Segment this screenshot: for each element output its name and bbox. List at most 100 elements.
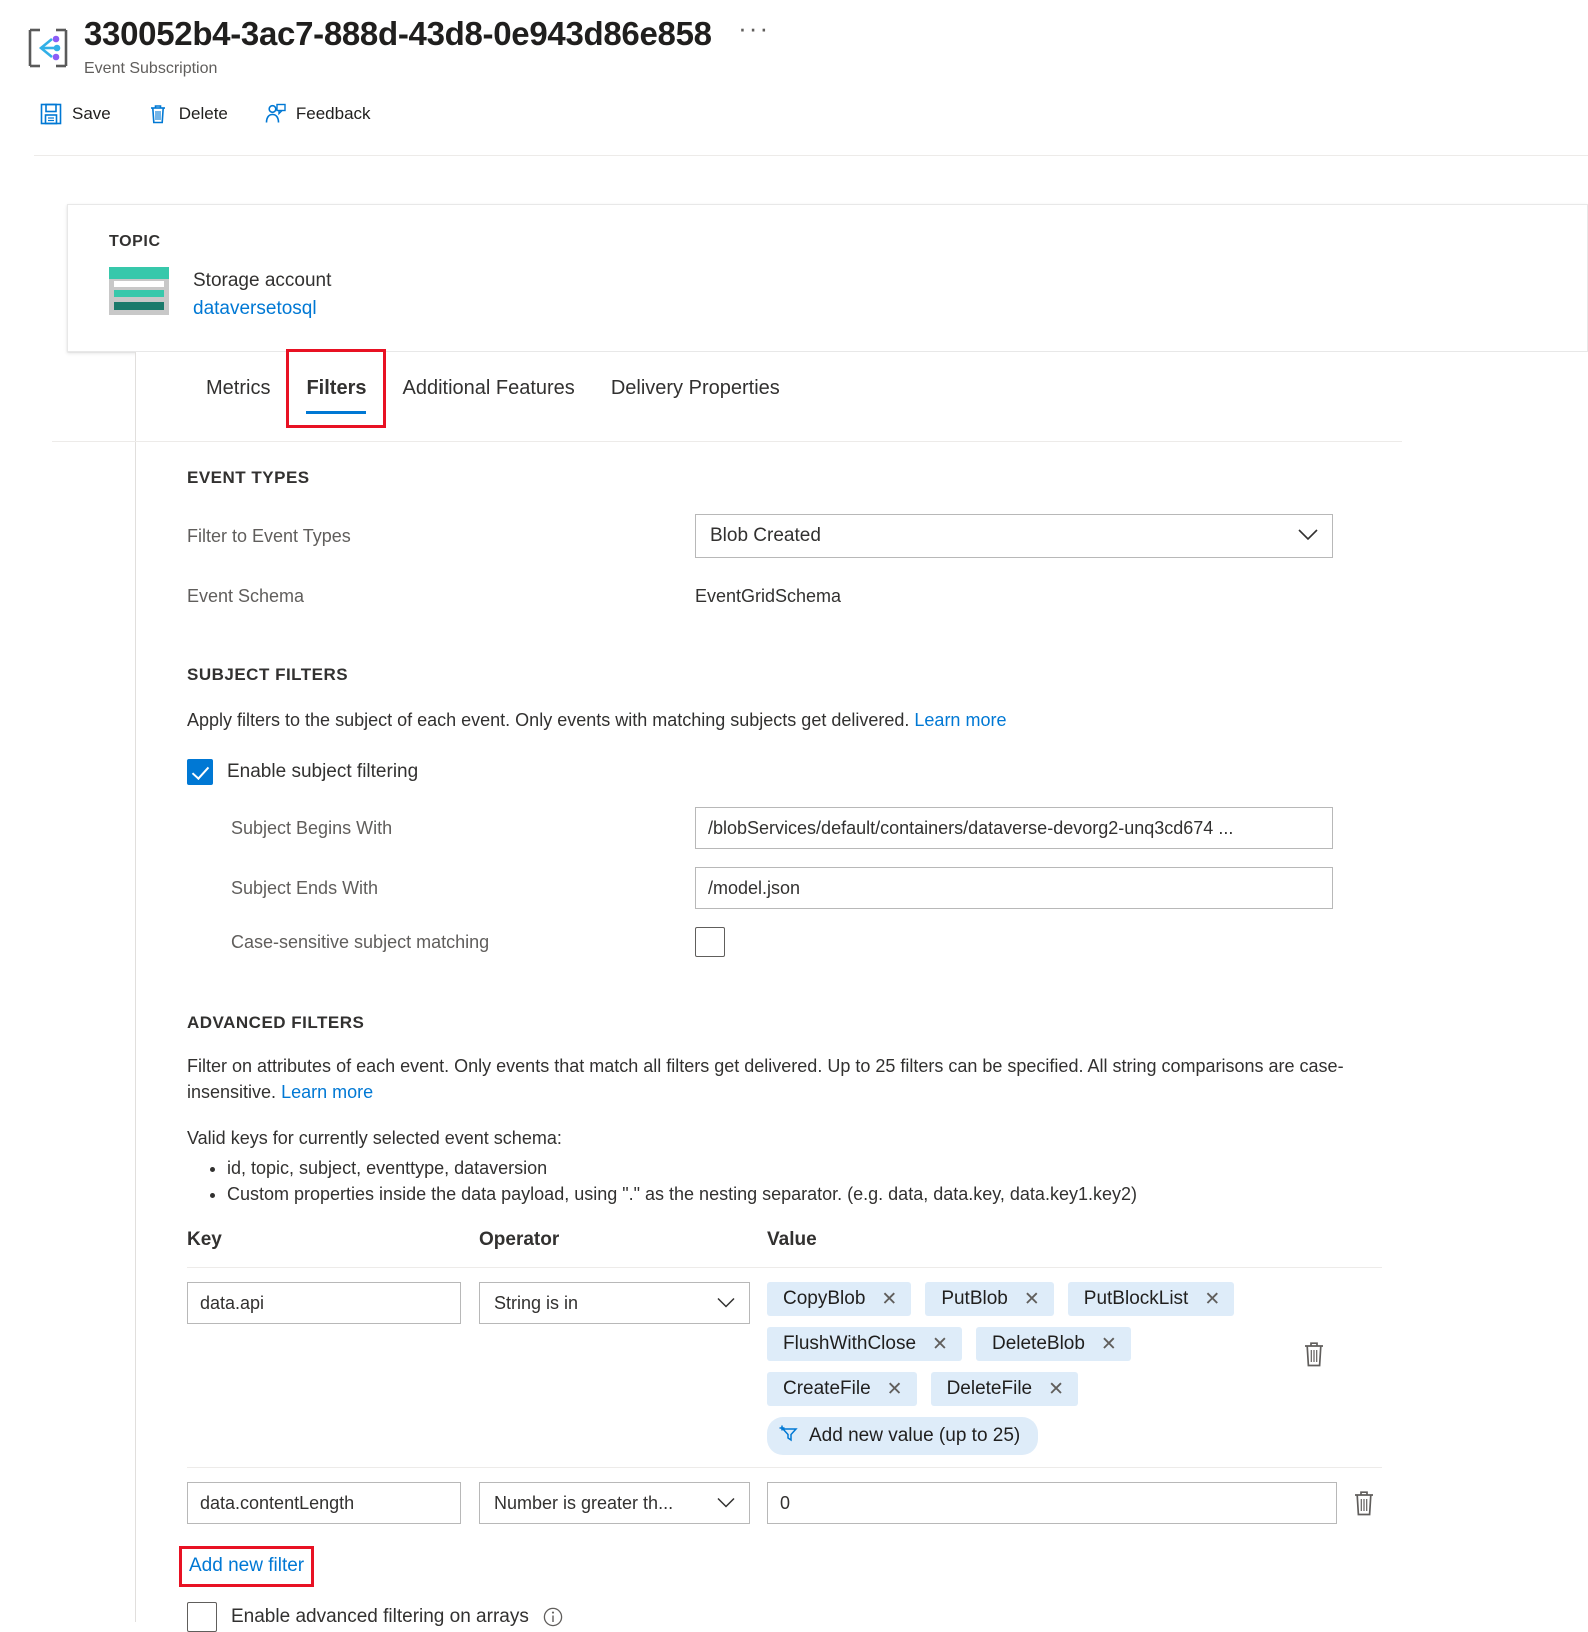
filter-key-input-2[interactable] [187, 1482, 461, 1524]
table-header-row: Key Operator Value [187, 1229, 1382, 1267]
add-new-value-button[interactable]: Add new value (up to 25) [767, 1417, 1039, 1455]
value-chip[interactable]: FlushWithClose ✕ [767, 1327, 962, 1361]
delete-filter-row-2-button[interactable] [1351, 1489, 1377, 1517]
add-new-filter-link[interactable]: Add new filter [187, 1552, 306, 1580]
enable-arrays-filtering-label[interactable]: Enable advanced filtering on arrays [231, 1606, 529, 1628]
filter-operator-dropdown-2[interactable]: Number is greater th... [479, 1482, 750, 1524]
table-row: String is in CopyBlob ✕ PutBlob [187, 1267, 1382, 1467]
filter-event-types-label: Filter to Event Types [187, 525, 351, 546]
filter-key-input-1[interactable] [187, 1282, 461, 1324]
filter-value-input-2[interactable] [767, 1482, 1337, 1524]
tab-underline [52, 441, 1402, 442]
command-bar: Save Delete Feedback [0, 79, 1588, 131]
filter-event-types-dropdown[interactable]: Blob Created [695, 514, 1333, 558]
advanced-filters-learn-more-link[interactable]: Learn more [281, 1082, 373, 1102]
feedback-button[interactable]: Feedback [258, 97, 387, 131]
topic-body: Storage account dataversetosql [109, 267, 331, 323]
value-chip[interactable]: CopyBlob ✕ [767, 1282, 912, 1316]
topic-resource-link[interactable]: dataversetosql [193, 295, 331, 323]
filter-value-chips-1: CopyBlob ✕ PutBlob ✕ PutBlockList ✕ Flus… [767, 1282, 1287, 1455]
subject-filters-description-text: Apply filters to the subject of each eve… [187, 710, 910, 730]
column-header-value: Value [767, 1229, 817, 1250]
value-chip[interactable]: DeleteBlob ✕ [975, 1327, 1131, 1361]
add-filter-value-icon [779, 1423, 799, 1449]
close-icon[interactable]: ✕ [1048, 1380, 1064, 1399]
tab-metrics-label: Metrics [206, 377, 271, 399]
subject-ends-with-input[interactable] [695, 867, 1333, 909]
filter-operator-value-1: String is in [494, 1292, 579, 1313]
advanced-filters-table: Key Operator Value String is in [187, 1229, 1382, 1536]
save-button[interactable]: Save [34, 97, 127, 131]
subject-filters-learn-more-link[interactable]: Learn more [914, 710, 1006, 730]
delete-button[interactable]: Delete [141, 97, 244, 131]
add-new-filter-wrapper: Add new filter [179, 1546, 315, 1587]
subject-ends-with-label: Subject Ends With [231, 877, 379, 898]
value-chip[interactable]: CreateFile ✕ [767, 1372, 917, 1406]
list-item: id, topic, subject, eventtype, dataversi… [227, 1155, 1588, 1181]
chevron-down-icon [717, 1293, 735, 1314]
close-icon[interactable]: ✕ [881, 1290, 897, 1309]
topic-info: Storage account dataversetosql [193, 267, 331, 323]
filter-operator-dropdown-1[interactable]: String is in [479, 1282, 750, 1324]
close-icon[interactable]: ✕ [932, 1335, 948, 1354]
filter-row-2-operator-cell: Number is greater th... [479, 1482, 767, 1524]
value-chip[interactable]: PutBlob ✕ [925, 1282, 1054, 1316]
enable-arrays-filtering-row: Enable advanced filtering on arrays [187, 1602, 1588, 1632]
filters-form: EVENT TYPES Filter to Event Types Blob C… [135, 468, 1588, 1632]
filter-row-1-operator-cell: String is in [479, 1282, 767, 1324]
enable-subject-filtering-checkbox[interactable] [187, 759, 213, 785]
close-icon[interactable]: ✕ [887, 1380, 903, 1399]
filter-event-types-row: Filter to Event Types Blob Created [187, 514, 1588, 558]
event-subscription-icon [26, 26, 70, 70]
storage-account-icon [109, 267, 169, 315]
save-icon [40, 103, 62, 125]
header-divider [34, 155, 1588, 156]
chevron-down-icon [717, 1493, 735, 1514]
page-title: 330052b4-3ac7-888d-43d8-0e943d86e858 [84, 15, 712, 52]
subject-filters-heading: SUBJECT FILTERS [187, 665, 349, 684]
enable-arrays-filtering-checkbox[interactable] [187, 1602, 217, 1632]
filter-row-1-value-cell: CopyBlob ✕ PutBlob ✕ PutBlockList ✕ Flus… [767, 1282, 1382, 1455]
trash-icon [147, 103, 169, 125]
filter-operator-value-2: Number is greater th... [494, 1492, 674, 1513]
subject-begins-with-label: Subject Begins With [231, 817, 393, 838]
subject-begins-with-input[interactable] [695, 807, 1333, 849]
close-icon[interactable]: ✕ [1101, 1335, 1117, 1354]
tab-filters[interactable]: Filters [286, 349, 387, 428]
tab-bar: Metrics Filters Additional Features Deli… [136, 349, 1588, 428]
title-row: 330052b4-3ac7-888d-43d8-0e943d86e858 ···… [0, 0, 1588, 79]
value-chip[interactable]: DeleteFile ✕ [930, 1372, 1079, 1406]
valid-keys-intro: Valid keys for currently selected event … [187, 1128, 562, 1148]
filter-event-types-value: Blob Created [710, 525, 821, 546]
value-chip-label: DeleteBlob [991, 1333, 1085, 1354]
tab-delivery-properties-label: Delivery Properties [610, 377, 780, 399]
subject-ends-with-row: Subject Ends With [187, 867, 1588, 909]
more-options-button[interactable]: ··· [738, 13, 770, 44]
enable-subject-filtering-label[interactable]: Enable subject filtering [227, 761, 418, 783]
value-chip-label: DeleteFile [946, 1378, 1033, 1399]
page-header: 330052b4-3ac7-888d-43d8-0e943d86e858 ···… [0, 0, 1588, 131]
tab-metrics[interactable]: Metrics [188, 365, 288, 414]
delete-label: Delete [178, 104, 228, 123]
tab-delivery-properties[interactable]: Delivery Properties [593, 365, 798, 414]
save-label: Save [72, 104, 111, 123]
case-sensitive-checkbox[interactable] [695, 927, 725, 957]
value-chip-label: CreateFile [783, 1378, 871, 1399]
close-icon[interactable]: ✕ [1024, 1290, 1040, 1309]
topic-card: TOPIC Storage account dataversetosql [67, 204, 1588, 352]
delete-filter-row-1-button[interactable] [1301, 1340, 1327, 1368]
page-subtitle: Event Subscription [84, 60, 218, 77]
chevron-down-icon [1298, 525, 1318, 547]
valid-keys-list: id, topic, subject, eventtype, dataversi… [187, 1155, 1588, 1207]
close-icon[interactable]: ✕ [1204, 1290, 1220, 1309]
value-chip-label: CopyBlob [783, 1288, 866, 1309]
tab-additional-features[interactable]: Additional Features [384, 365, 592, 414]
tab-additional-features-label: Additional Features [402, 377, 575, 399]
info-icon[interactable] [543, 1607, 563, 1627]
event-types-heading: EVENT TYPES [187, 468, 310, 487]
value-chip[interactable]: PutBlockList ✕ [1067, 1282, 1235, 1316]
event-schema-label: Event Schema [187, 586, 305, 606]
value-chip-label: PutBlob [941, 1288, 1008, 1309]
column-header-operator: Operator [479, 1229, 560, 1250]
subject-begins-with-row: Subject Begins With [187, 807, 1588, 849]
